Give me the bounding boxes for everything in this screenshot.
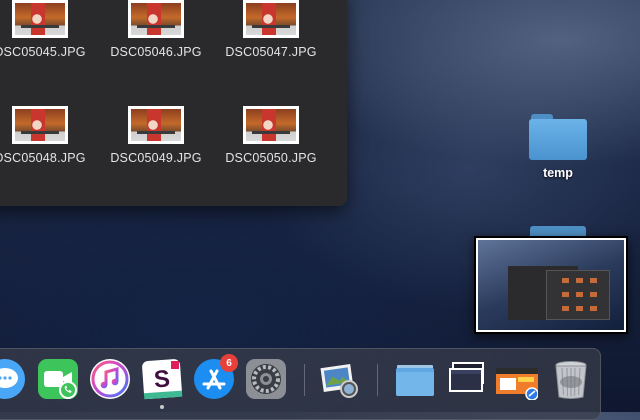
itunes-icon[interactable] bbox=[89, 358, 131, 400]
screenshot-preview bbox=[478, 240, 624, 330]
svg-text:S: S bbox=[153, 365, 171, 393]
folder-icon bbox=[529, 112, 587, 160]
file-item[interactable]: DSC05049.JPG bbox=[96, 106, 216, 165]
image-thumbnail[interactable] bbox=[128, 106, 184, 144]
system-preferences-icon[interactable] bbox=[245, 358, 287, 400]
file-item[interactable]: DSC05047.JPG bbox=[211, 0, 331, 59]
screenshot-thumbnail[interactable] bbox=[474, 236, 628, 334]
image-thumbnail[interactable] bbox=[128, 0, 184, 38]
dock-separator bbox=[377, 364, 378, 396]
folder-stack-icon[interactable] bbox=[394, 358, 436, 400]
file-name: DSC05047.JPG bbox=[225, 45, 317, 59]
file-item[interactable]: DSC05046.JPG bbox=[96, 0, 216, 59]
file-item[interactable]: DSC05048.JPG bbox=[0, 106, 100, 165]
notification-badge: 6 bbox=[220, 354, 238, 372]
folder-label: temp bbox=[543, 166, 573, 180]
image-thumbnail[interactable] bbox=[243, 106, 299, 144]
file-name: DSC05049.JPG bbox=[110, 151, 202, 165]
downloads-stack-icon[interactable] bbox=[496, 358, 539, 401]
running-indicator bbox=[160, 405, 164, 409]
finder-window: DSC05045.JPG DSC05046.JPG DSC05047.JPG D… bbox=[0, 0, 347, 206]
desktop-folder-temp[interactable]: temp bbox=[522, 112, 594, 180]
file-name: DSC05048.JPG bbox=[0, 151, 86, 165]
image-thumbnail[interactable] bbox=[12, 106, 68, 144]
preview-icon[interactable] bbox=[318, 358, 360, 400]
image-thumbnail[interactable] bbox=[243, 0, 299, 38]
dock-separator bbox=[304, 364, 305, 396]
trash-icon[interactable] bbox=[550, 358, 592, 400]
window-stack-icon[interactable] bbox=[446, 358, 488, 400]
file-name: DSC05045.JPG bbox=[0, 45, 86, 59]
facetime-icon[interactable] bbox=[37, 358, 79, 400]
file-item[interactable]: DSC05050.JPG bbox=[211, 106, 331, 165]
file-name: DSC05050.JPG bbox=[225, 151, 317, 165]
messages-icon[interactable] bbox=[0, 358, 26, 400]
slack-icon[interactable]: S bbox=[141, 358, 183, 400]
image-thumbnail[interactable] bbox=[12, 0, 68, 38]
file-item[interactable]: DSC05045.JPG bbox=[0, 0, 100, 59]
file-name: DSC05046.JPG bbox=[110, 45, 202, 59]
